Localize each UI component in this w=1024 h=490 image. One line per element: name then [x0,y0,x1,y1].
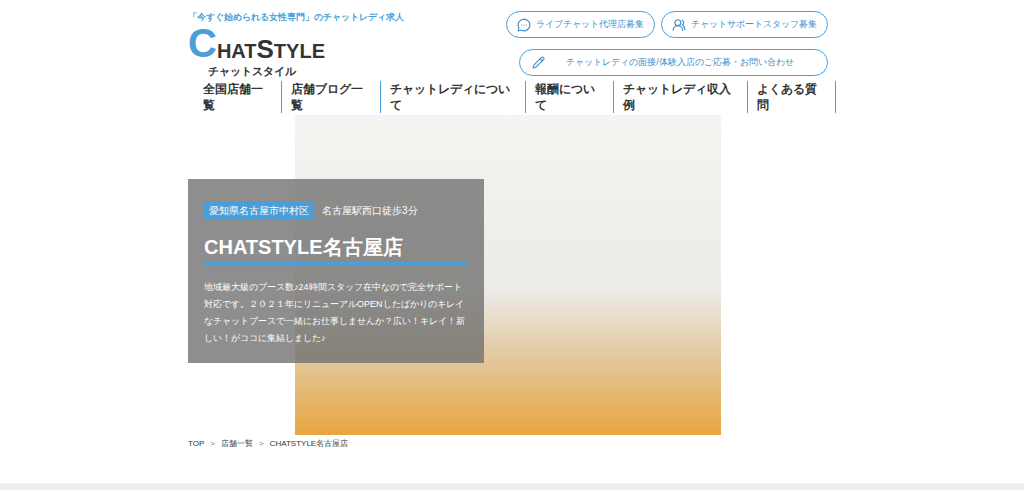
tagline: 「今すぐ始められる女性専門」のチャットレディ求人 [188,11,404,23]
global-nav: 全国店舗一覧店舗ブログ一覧チャットレディについて報酬についてチャットレディ収入例… [188,86,836,108]
nav-item[interactable]: よくある質問 [748,81,836,113]
pencil-icon [532,56,545,69]
header-button[interactable]: ライブチャット代理店募集 [506,11,655,38]
store-description: 地域最大級のブース数♪24時間スタッフ在中なので完全サポート対応です。２０２１年… [204,279,468,347]
breadcrumb: TOP > 店舗一覧 > CHATSTYLE名古屋店 [188,436,836,452]
area-badge: 愛知県名古屋市中村区 [204,201,314,220]
nav-item[interactable]: 報酬について [526,81,614,113]
store-card: 愛知県名古屋市中村区名古屋駅西口徒歩3分 CHATSTYLE名古屋店地域最大級のブ… [188,179,484,363]
hero: 愛知県名古屋市中村区名古屋駅西口徒歩3分 CHATSTYLE名古屋店地域最大級のブ… [188,115,836,435]
chat-icon [517,18,531,32]
breadcrumb-item[interactable]: 店舗一覧 [221,438,253,450]
nav-item[interactable]: チャットレディ収入例 [614,81,748,113]
container: 「今すぐ始められる女性専門」のチャットレディ求人CHATSTYLE チャットスタイ… [188,0,836,452]
logo-kana: チャットスタイル [208,64,404,78]
contact-button[interactable]: チャットレディの面接/体験入店のご応募・お問い合わせ [519,49,828,76]
logo[interactable]: CHATSTYLE [188,24,404,62]
breadcrumb-separator: > [259,438,264,450]
page: 「今すぐ始められる女性専門」のチャットレディ求人CHATSTYLE チャットスタイ… [0,0,1024,490]
breadcrumb-item: CHATSTYLE名古屋店 [270,438,349,450]
nav-item[interactable]: 店舗ブログ一覧 [282,81,381,113]
logo-block: 「今すぐ始められる女性専門」のチャットレディ求人CHATSTYLE チャットスタイ… [188,11,404,86]
access-text: 名古屋駅西口徒歩3分 [322,203,418,218]
header-buttons: ライブチャット代理店募集チャットサポートスタッフ募集チャットレディの面接/体験入… [506,11,836,86]
header: 「今すぐ始められる女性専門」のチャットレディ求人CHATSTYLE チャットスタイ… [188,0,836,86]
header-button[interactable]: チャットサポートスタッフ募集 [661,11,828,38]
nav-item[interactable]: 全国店舗一覧 [194,81,282,113]
breadcrumb-separator: > [210,438,215,450]
breadcrumb-item[interactable]: TOP [188,438,204,450]
staff-icon [672,18,686,32]
title-underline [204,262,468,265]
nav-item[interactable]: チャットレディについて [381,81,526,113]
store-title: CHATSTYLE名古屋店 [204,234,468,260]
bottom-strip [0,483,1024,490]
